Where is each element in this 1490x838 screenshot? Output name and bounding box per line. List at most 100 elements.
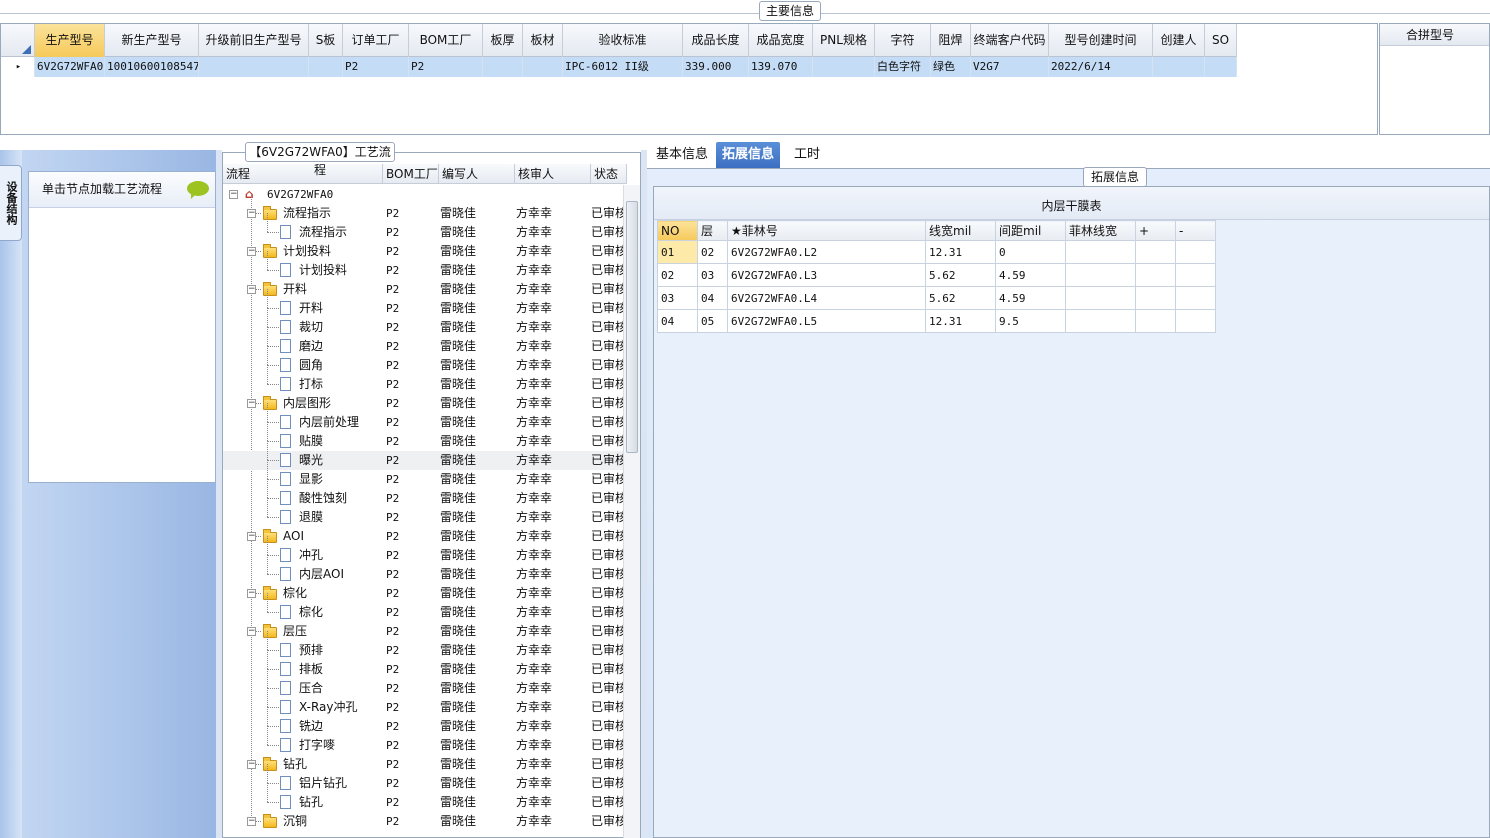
film-cell[interactable] <box>1065 286 1136 310</box>
tree-folder-row[interactable]: − 沉铜 P2 雷晓佳 方幸幸 已审核 <box>223 812 623 831</box>
film-row[interactable]: 02 03 6V2G72WFA0.L3 5.62 4.59 <box>657 263 1216 287</box>
film-cell[interactable] <box>1175 240 1216 264</box>
collapse-icon[interactable]: − <box>247 285 256 294</box>
main-col-header[interactable]: 型号创建时间 <box>1049 24 1153 57</box>
main-cell[interactable] <box>813 57 875 77</box>
flow-col-header[interactable]: BOM工厂 <box>383 164 439 184</box>
row-selector-icon[interactable]: ▸ <box>1 57 35 77</box>
main-col-header[interactable]: PNL规格 <box>813 24 875 57</box>
film-cell[interactable] <box>1135 240 1176 264</box>
main-cell[interactable]: P2 <box>409 57 483 77</box>
film-cell[interactable]: 5.62 <box>925 263 996 287</box>
tab-extended[interactable]: 拓展信息 <box>716 142 781 168</box>
main-col-header[interactable]: BOM工厂 <box>409 24 483 57</box>
film-cell[interactable] <box>1175 286 1216 310</box>
film-cell[interactable]: 6V2G72WFA0.L3 <box>727 263 926 287</box>
side-tab-equipment[interactable]: 设备结构 <box>0 165 22 241</box>
film-cell[interactable]: 05 <box>697 309 728 333</box>
main-cell[interactable]: 10010600108547 <box>105 57 199 77</box>
main-col-header[interactable]: 成品宽度 <box>749 24 813 57</box>
flow-col-header[interactable]: 状态 <box>591 164 627 184</box>
collapse-icon[interactable]: − <box>229 190 238 199</box>
main-cell[interactable] <box>199 57 309 77</box>
tree-node-row[interactable]: 棕化 P2 雷晓佳 方幸幸 已审核 <box>223 593 623 622</box>
tree-folder-row[interactable]: − 层压 P2 雷晓佳 方幸幸 已审核 <box>223 622 623 641</box>
main-col-header[interactable]: 验收标准 <box>563 24 683 57</box>
tree-root[interactable]: − ⌂ 6V2G72WFA0 <box>223 185 623 204</box>
film-col-header[interactable]: 层 <box>697 220 728 241</box>
merge-header[interactable]: 合拼型号 <box>1380 24 1489 46</box>
main-col-header[interactable]: 订单工厂 <box>343 24 409 57</box>
main-col-header[interactable]: 升级前旧生产型号 <box>199 24 309 57</box>
main-cell[interactable]: P2 <box>343 57 409 77</box>
tree-node-row[interactable]: 预排 P2 雷晓佳 方幸幸 已审核 <box>223 631 623 660</box>
tree-node-row[interactable]: 打字嘜 P2 雷晓佳 方幸幸 已审核 <box>223 726 623 755</box>
tree-node-row[interactable]: 铝片钻孔 P2 雷晓佳 方幸幸 已审核 <box>223 764 623 793</box>
film-cell[interactable]: 6V2G72WFA0.L5 <box>727 309 926 333</box>
tree-node-row[interactable]: 退膜 P2 雷晓佳 方幸幸 已审核 <box>223 498 623 527</box>
film-col-header[interactable]: 间距mil <box>995 220 1066 241</box>
flow-col-header[interactable]: 核审人 <box>515 164 591 184</box>
tree-node-row[interactable]: 内层AOI P2 雷晓佳 方幸幸 已审核 <box>223 555 623 584</box>
main-cell[interactable] <box>523 57 563 77</box>
film-cell[interactable]: 9.5 <box>995 309 1066 333</box>
load-flow-header[interactable]: 单击节点加载工艺流程 <box>29 172 215 208</box>
tree-node-row[interactable]: 贴膜 P2 雷晓佳 方幸幸 已审核 <box>223 422 623 451</box>
main-cell[interactable] <box>1153 57 1205 77</box>
tree-folder-row[interactable]: − AOI P2 雷晓佳 方幸幸 已审核 <box>223 527 623 546</box>
main-cell[interactable]: IPC-6012 II级 <box>563 57 683 77</box>
main-col-header[interactable]: 成品长度 <box>683 24 749 57</box>
film-cell[interactable]: 0 <box>995 240 1066 264</box>
collapse-icon[interactable]: − <box>247 399 256 408</box>
tree-node-row[interactable]: 计划投料 P2 雷晓佳 方幸幸 已审核 <box>223 251 623 280</box>
tree-node-row[interactable]: 排板 P2 雷晓佳 方幸幸 已审核 <box>223 650 623 679</box>
film-col-header[interactable]: NO <box>657 220 698 241</box>
main-col-header[interactable]: 板材 <box>523 24 563 57</box>
flow-scroll-thumb[interactable] <box>626 201 638 453</box>
flow-tree[interactable]: − ⌂ 6V2G72WFA0− 流程指示 P2 雷晓佳 方幸幸 已审核 流程指示 P2 雷晓佳 方幸幸… <box>223 185 623 838</box>
film-cell[interactable]: 03 <box>697 263 728 287</box>
tab-basic[interactable]: 基本信息 <box>650 142 714 168</box>
flow-col-header[interactable]: 编写人 <box>439 164 515 184</box>
main-col-header[interactable]: S板 <box>309 24 343 57</box>
main-cell[interactable]: 139.070 <box>749 57 813 77</box>
main-col-header[interactable]: 生产型号 <box>35 24 105 57</box>
main-cell[interactable] <box>309 57 343 77</box>
tree-folder-row[interactable]: − 计划投料 P2 雷晓佳 方幸幸 已审核 <box>223 242 623 261</box>
film-cell[interactable]: 03 <box>657 286 698 310</box>
main-cell[interactable]: V2G7 <box>971 57 1049 77</box>
film-cell[interactable]: 6V2G72WFA0.L4 <box>727 286 926 310</box>
tree-node-row[interactable]: 磨边 P2 雷晓佳 方幸幸 已审核 <box>223 327 623 356</box>
film-cell[interactable]: 5.62 <box>925 286 996 310</box>
film-cell[interactable]: 4.59 <box>995 263 1066 287</box>
tree-node-row[interactable]: 圆角 P2 雷晓佳 方幸幸 已审核 <box>223 346 623 375</box>
film-cell[interactable]: 02 <box>657 263 698 287</box>
tree-node-row[interactable]: 钻孔 P2 雷晓佳 方幸幸 已审核 <box>223 783 623 812</box>
main-cell[interactable]: 339.000 <box>683 57 749 77</box>
film-cell[interactable] <box>1135 286 1176 310</box>
main-cell[interactable]: 6V2G72WFA0 <box>35 57 105 77</box>
film-col-header[interactable]: - <box>1175 220 1216 241</box>
main-col-header[interactable]: 字符 <box>875 24 931 57</box>
flow-col-header[interactable]: 流程 <box>223 164 383 184</box>
film-cell[interactable]: 12.31 <box>925 240 996 264</box>
tree-folder-row[interactable]: − 流程指示 P2 雷晓佳 方幸幸 已审核 <box>223 204 623 223</box>
collapse-icon[interactable]: − <box>247 209 256 218</box>
main-cell[interactable] <box>1205 57 1237 77</box>
film-cell[interactable] <box>1065 263 1136 287</box>
tree-node-row[interactable]: 裁切 P2 雷晓佳 方幸幸 已审核 <box>223 308 623 337</box>
tree-node-row[interactable]: 压合 P2 雷晓佳 方幸幸 已审核 <box>223 669 623 698</box>
main-grid-row[interactable]: ▸ 6V2G72WFA0 10010600108547 P2 P2 IPC-6012 II… <box>1 57 1237 77</box>
tree-node-row[interactable]: 内层前处理 P2 雷晓佳 方幸幸 已审核 <box>223 403 623 432</box>
tree-folder-row[interactable]: − 内层图形 P2 雷晓佳 方幸幸 已审核 <box>223 394 623 413</box>
tree-folder-row[interactable]: − 钻孔 P2 雷晓佳 方幸幸 已审核 <box>223 755 623 774</box>
collapse-icon[interactable]: − <box>247 589 256 598</box>
tree-node-row[interactable]: X-Ray冲孔 P2 雷晓佳 方幸幸 已审核 <box>223 688 623 717</box>
tree-node-row[interactable]: 曝光 P2 雷晓佳 方幸幸 已审核 <box>223 441 623 470</box>
film-row[interactable]: 03 04 6V2G72WFA0.L4 5.62 4.59 <box>657 286 1216 310</box>
main-col-header[interactable]: 终端客户代码 <box>971 24 1049 57</box>
film-cell[interactable]: 4.59 <box>995 286 1066 310</box>
film-cell[interactable] <box>1135 309 1176 333</box>
film-col-header[interactable]: ★菲林号 <box>727 220 926 241</box>
film-row[interactable]: 04 05 6V2G72WFA0.L5 12.31 9.5 <box>657 309 1216 333</box>
